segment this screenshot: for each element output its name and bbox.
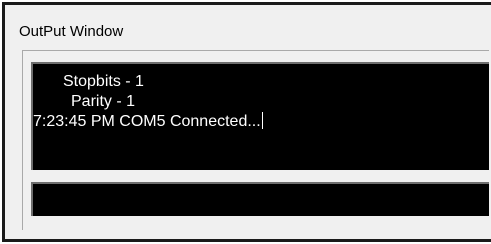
output-line-status-text: 7:23:45 PM COM5 Connected... (33, 113, 261, 130)
text-caret (261, 112, 263, 129)
output-line-status: 7:23:45 PM COM5 Connected... (33, 112, 263, 132)
output-line-parity: Parity - 1 (71, 93, 136, 110)
output-console[interactable]: Stopbits - 1 Parity - 1 7:23:45 PM COM5 … (31, 62, 489, 170)
output-line-stopbits: Stopbits - 1 (63, 73, 144, 90)
command-input[interactable] (31, 182, 489, 216)
window-title: OutPut Window (19, 23, 124, 40)
